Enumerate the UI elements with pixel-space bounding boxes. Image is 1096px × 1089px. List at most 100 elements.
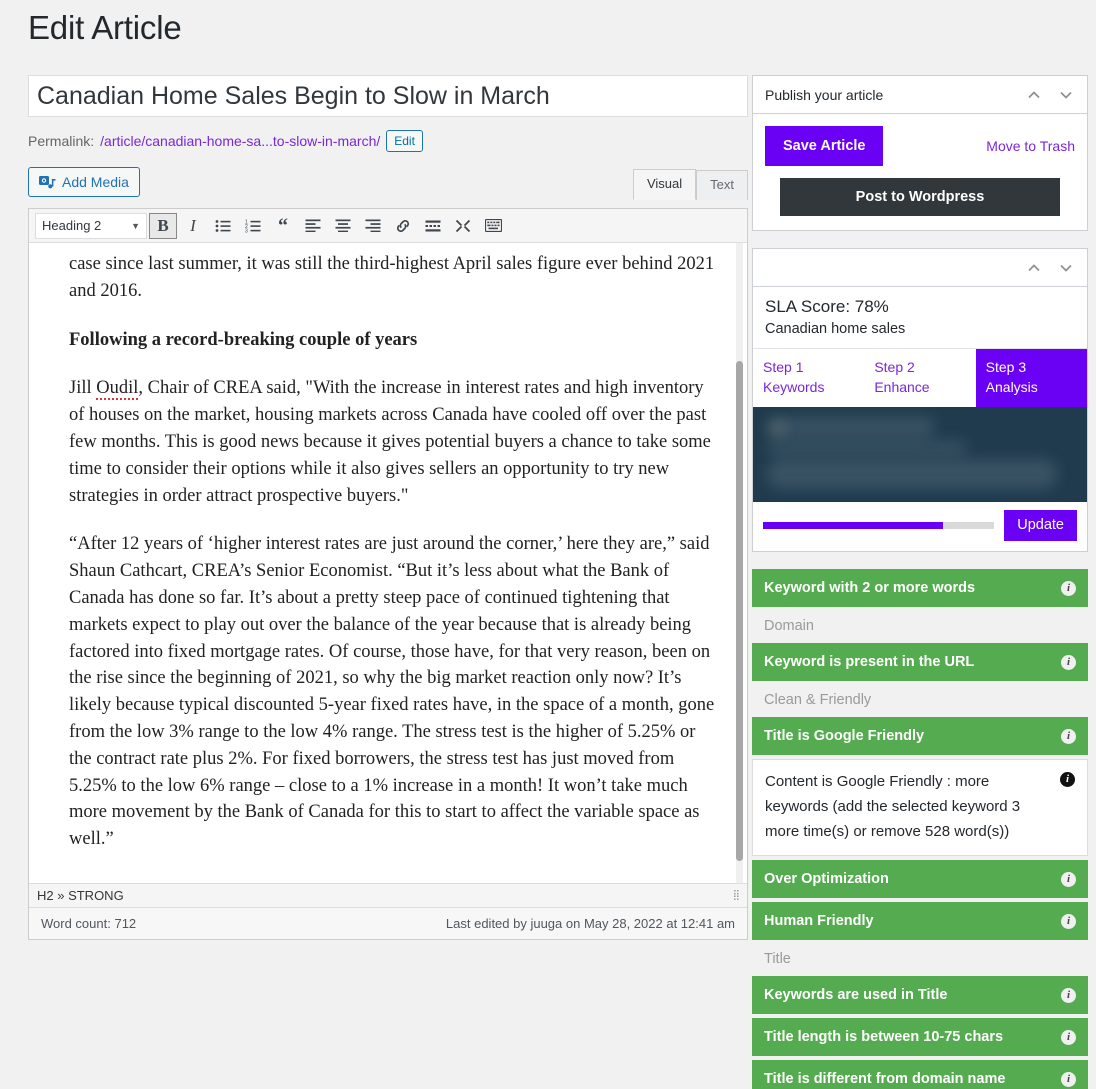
- redacted-line-1: [767, 417, 935, 437]
- info-icon[interactable]: i: [1061, 728, 1076, 744]
- checklist-item-label: Human Friendly: [764, 913, 874, 929]
- checklist-item-pass[interactable]: Human Friendly i: [752, 902, 1088, 940]
- info-icon[interactable]: i: [1061, 871, 1076, 887]
- checklist-item-pass[interactable]: Keyword with 2 or more words i: [752, 569, 1088, 607]
- tab-text[interactable]: Text: [696, 170, 748, 200]
- editor-shell: Heading 2 ▼ B I 1 2 3 “ case since last …: [28, 208, 748, 940]
- analysis-panel-controls: [1025, 259, 1075, 277]
- score-progress-row: Update: [753, 502, 1087, 551]
- align-right-icon[interactable]: [359, 213, 387, 239]
- permalink-edit-button[interactable]: Edit: [386, 130, 423, 152]
- paragraph-1: case since last summer, it was still the…: [69, 254, 715, 301]
- media-icon: [39, 174, 56, 191]
- checklist-item-pass[interactable]: Keywords are used in Title i: [752, 976, 1088, 1014]
- checklist-item-pass[interactable]: Over Optimization i: [752, 860, 1088, 898]
- paragraph-2-pre: Jill: [69, 378, 97, 399]
- paragraph-2: Jill Oudil, Chair of CREA said, "With th…: [69, 375, 719, 509]
- publish-actions: Save Article Move to Trash: [765, 126, 1075, 166]
- checklist-item-pass[interactable]: Title is different from domain name i: [752, 1060, 1088, 1089]
- step-3-name: Analysis: [985, 379, 1038, 395]
- link-icon[interactable]: [389, 213, 417, 239]
- editor-status-bar: Word count: 712 Last edited by juuga on …: [29, 907, 747, 939]
- checklist-section-label: Title: [764, 951, 791, 967]
- sla-score: SLA Score: 78%: [765, 297, 889, 316]
- chevron-up-icon[interactable]: [1025, 259, 1043, 277]
- info-icon[interactable]: i: [1061, 987, 1076, 1003]
- step-1-number: Step 1: [763, 359, 804, 375]
- publish-panel-title: Publish your article: [765, 86, 884, 103]
- chevron-down-icon[interactable]: [1057, 259, 1075, 277]
- checklist-item-label: Keyword is present in the URL: [764, 654, 975, 670]
- spellcheck-error-word: Oudil: [96, 378, 139, 401]
- checklist-section-label: Clean & Friendly: [764, 692, 872, 708]
- analysis-panel-header: [753, 249, 1087, 287]
- save-article-button[interactable]: Save Article: [765, 126, 884, 166]
- permalink-url[interactable]: /article/canadian-home-sa...to-slow-in-m…: [100, 133, 380, 149]
- publish-panel-body: Save Article Move to Trash Post to Wordp…: [753, 114, 1087, 230]
- format-select[interactable]: Heading 2 ▼: [35, 212, 147, 239]
- checklist-item-label: Keywords are used in Title: [764, 987, 948, 1003]
- read-more-icon[interactable]: [419, 213, 447, 239]
- publish-panel-header: Publish your article: [753, 76, 1087, 114]
- word-count: Word count: 712: [41, 916, 137, 931]
- editor-mode-tabs: Visual Text: [632, 169, 748, 200]
- content-heading: Following a record-breaking couple of ye…: [69, 329, 418, 350]
- checklist-item-warning[interactable]: Content is Google Friendly : more keywor…: [752, 759, 1088, 856]
- info-icon[interactable]: i: [1060, 772, 1075, 787]
- format-select-value: Heading 2: [42, 218, 102, 233]
- publish-panel: Publish your article Save Article Move t…: [752, 75, 1088, 231]
- checklist-item-label: Title length is between 10-75 chars: [764, 1029, 1004, 1045]
- editor-toolbar: Heading 2 ▼ B I 1 2 3 “: [29, 209, 747, 243]
- move-to-trash-link[interactable]: Move to Trash: [986, 138, 1075, 154]
- checklist-item-pass[interactable]: Title is Google Friendly i: [752, 717, 1088, 755]
- element-path: H2 » STRONG: [37, 888, 124, 903]
- info-icon[interactable]: i: [1061, 580, 1076, 596]
- step-2-number: Step 2: [874, 359, 915, 375]
- chevron-up-icon[interactable]: [1025, 86, 1043, 104]
- numbered-list-icon[interactable]: 1 2 3: [239, 213, 267, 239]
- align-left-icon[interactable]: [299, 213, 327, 239]
- align-center-icon[interactable]: [329, 213, 357, 239]
- paragraph-3: “After 12 years of ‘higher interest rate…: [69, 534, 715, 850]
- media-row: Add Media Visual Text: [28, 167, 748, 200]
- checklist-item-pass[interactable]: Title length is between 10-75 chars i: [752, 1018, 1088, 1056]
- editor-content-area[interactable]: case since last summer, it was still the…: [29, 243, 747, 883]
- seo-analysis-panel: SLA Score: 78% Canadian home sales Step …: [752, 248, 1088, 552]
- paragraph-2-post: , Chair of CREA said, "With the increase…: [69, 378, 711, 506]
- resize-handle-icon[interactable]: ⣿: [733, 890, 740, 901]
- info-icon[interactable]: i: [1061, 913, 1076, 929]
- redacted-line-3: [767, 459, 1057, 489]
- analysis-panel-title: [765, 260, 827, 276]
- info-icon[interactable]: i: [1061, 1071, 1076, 1087]
- chevron-down-icon: ▼: [131, 220, 140, 231]
- add-media-button[interactable]: Add Media: [28, 167, 140, 197]
- step-tab-analysis[interactable]: Step 3 Analysis: [975, 349, 1087, 407]
- checklist-item-pass[interactable]: Keyword is present in the URL i: [752, 643, 1088, 681]
- page-title: Edit Article: [28, 9, 182, 46]
- step-tabs: Step 1 Keywords Step 2 Enhance Step 3 An…: [753, 349, 1087, 407]
- step-1-name: Keywords: [763, 379, 825, 395]
- info-icon[interactable]: i: [1061, 654, 1076, 670]
- bulleted-list-icon[interactable]: [209, 213, 237, 239]
- tab-visual[interactable]: Visual: [632, 169, 697, 200]
- add-media-label: Add Media: [62, 174, 129, 190]
- italic-icon[interactable]: I: [179, 213, 207, 239]
- fullscreen-icon[interactable]: [449, 213, 477, 239]
- step-2-name: Enhance: [874, 379, 930, 395]
- post-to-wordpress-button[interactable]: Post to Wordpress: [780, 178, 1060, 216]
- chevron-down-icon[interactable]: [1057, 86, 1075, 104]
- info-icon[interactable]: i: [1061, 1029, 1076, 1045]
- update-button[interactable]: Update: [1004, 510, 1077, 541]
- article-title-input[interactable]: [28, 75, 748, 117]
- checklist-item-label: Content is Google Friendly : more keywor…: [765, 773, 1021, 840]
- editor-scrollbar[interactable]: [736, 361, 743, 861]
- bold-icon[interactable]: B: [149, 212, 177, 239]
- checklist-item-label: Title is Google Friendly: [764, 728, 925, 744]
- redacted-line-2: [767, 441, 967, 454]
- step-tab-enhance[interactable]: Step 2 Enhance: [864, 349, 975, 407]
- step-tab-keywords[interactable]: Step 1 Keywords: [753, 349, 864, 407]
- sla-score-box: SLA Score: 78% Canadian home sales: [753, 287, 1087, 349]
- blockquote-icon[interactable]: “: [269, 213, 297, 239]
- toolbar-toggle-icon[interactable]: [479, 213, 507, 239]
- checklist-item-label: Keyword with 2 or more words: [764, 580, 976, 596]
